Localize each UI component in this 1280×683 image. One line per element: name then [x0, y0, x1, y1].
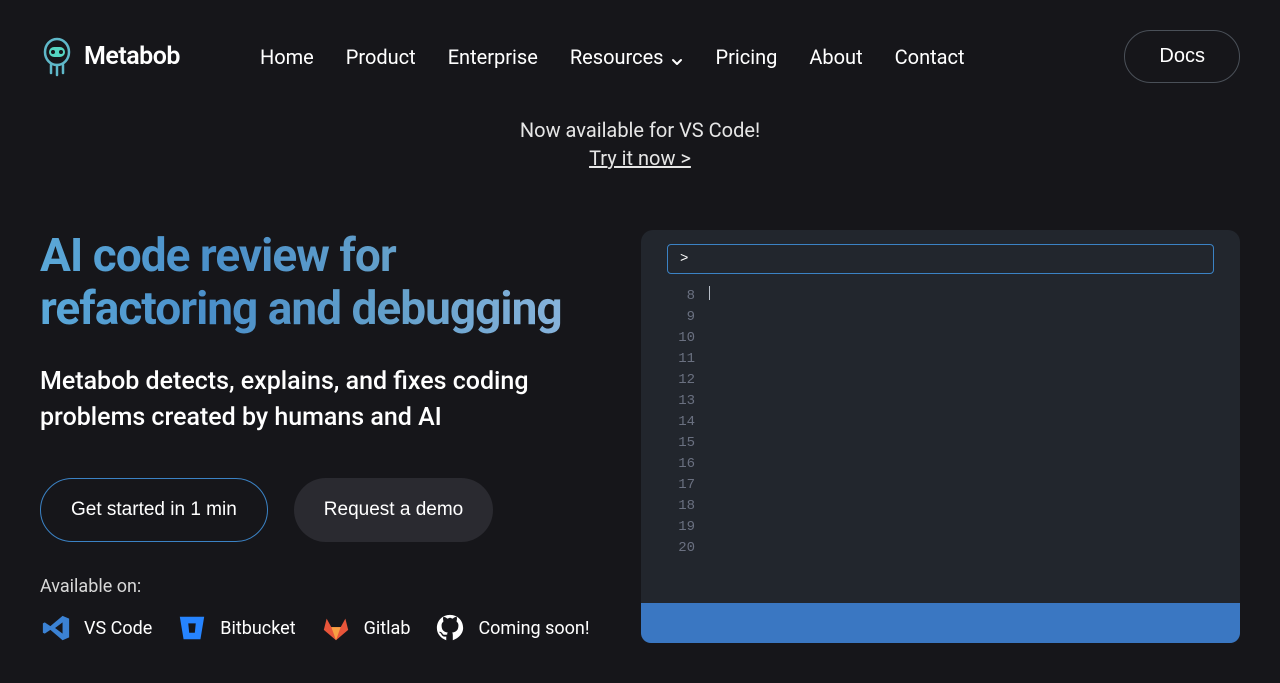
line-number: 9 — [671, 307, 695, 328]
platform-label: Gitlab — [364, 618, 411, 639]
announcement-banner: Now available for VS Code! Try it now > — [0, 118, 1280, 170]
brand-logo[interactable]: Metabob — [40, 37, 180, 77]
github-icon — [434, 613, 466, 643]
line-number: 18 — [671, 496, 695, 517]
hero-subheadline: Metabob detects, explains, and fixes cod… — [40, 364, 611, 437]
get-started-button[interactable]: Get started in 1 min — [40, 478, 268, 542]
terminal-prompt[interactable]: > — [667, 244, 1214, 274]
line-number: 10 — [671, 328, 695, 349]
editor-area[interactable]: 8 9 10 11 12 13 14 15 16 17 18 19 20 — [655, 274, 1226, 603]
line-number: 20 — [671, 538, 695, 559]
line-number: 11 — [671, 349, 695, 370]
request-demo-button[interactable]: Request a demo — [294, 478, 493, 542]
nav-about[interactable]: About — [809, 45, 862, 69]
platform-bitbucket[interactable]: Bitbucket — [176, 613, 295, 643]
announcement-text: Now available for VS Code! — [0, 118, 1280, 142]
line-number: 14 — [671, 412, 695, 433]
platform-vscode[interactable]: VS Code — [40, 613, 152, 643]
line-number: 13 — [671, 391, 695, 412]
available-on-label: Available on: — [40, 576, 611, 597]
nav-product[interactable]: Product — [346, 45, 416, 69]
line-number: 19 — [671, 517, 695, 538]
editor-panel: > 8 9 10 11 12 13 14 15 16 17 18 19 20 — [641, 230, 1240, 643]
platform-label: Bitbucket — [220, 618, 295, 639]
hero-headline: AI code review for refactoring and debug… — [40, 230, 611, 336]
bitbucket-icon — [176, 613, 208, 643]
nav-home[interactable]: Home — [260, 45, 314, 69]
nav-resources[interactable]: Resources — [570, 45, 684, 69]
docs-button[interactable]: Docs — [1124, 30, 1240, 83]
editor-cursor — [709, 286, 710, 300]
line-number: 12 — [671, 370, 695, 391]
platform-label: Coming soon! — [478, 618, 589, 639]
platform-github[interactable]: Coming soon! — [434, 613, 589, 643]
vscode-icon — [40, 613, 72, 643]
nav-pricing[interactable]: Pricing — [716, 45, 778, 69]
main-nav: Home Product Enterprise Resources Pricin… — [260, 45, 965, 69]
line-number: 16 — [671, 454, 695, 475]
platform-label: VS Code — [84, 618, 152, 639]
gitlab-icon — [320, 613, 352, 643]
announcement-link[interactable]: Try it now > — [0, 146, 1280, 170]
line-number: 17 — [671, 475, 695, 496]
platform-list: VS Code Bitbucket Gitlab Coming soon! — [40, 613, 611, 643]
platform-gitlab[interactable]: Gitlab — [320, 613, 411, 643]
line-number: 8 — [671, 286, 695, 307]
nav-contact[interactable]: Contact — [895, 45, 965, 69]
chevron-down-icon — [670, 50, 684, 64]
logo-icon — [40, 37, 74, 77]
editor-bottom-bar — [641, 603, 1240, 643]
line-number: 15 — [671, 433, 695, 454]
brand-name: Metabob — [84, 42, 180, 71]
nav-enterprise[interactable]: Enterprise — [448, 45, 538, 69]
